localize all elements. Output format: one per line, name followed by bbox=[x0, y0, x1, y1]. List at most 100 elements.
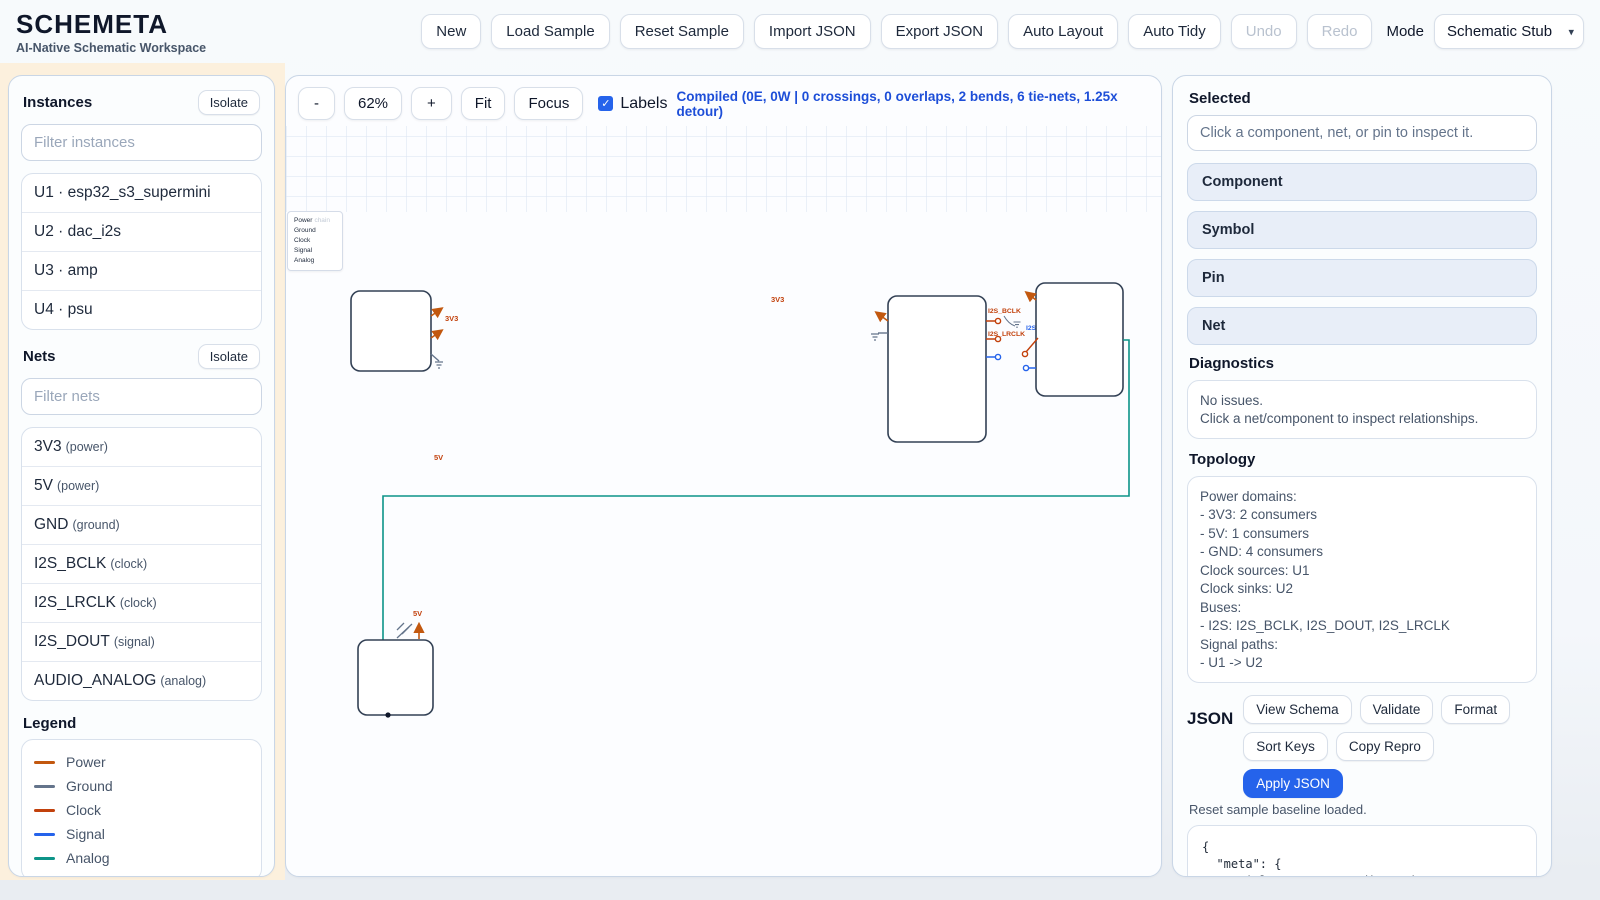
json-title: JSON bbox=[1187, 695, 1233, 729]
pin-terminal[interactable] bbox=[995, 318, 1000, 323]
diagnostics-title: Diagnostics bbox=[1189, 355, 1535, 372]
redo-button[interactable]: Redo bbox=[1307, 14, 1373, 49]
net-row-i2s-dout[interactable]: I2S_DOUT(signal) bbox=[22, 622, 261, 661]
component-u1-esp32[interactable] bbox=[888, 296, 986, 442]
new-button[interactable]: New bbox=[421, 14, 481, 49]
junction-dot bbox=[385, 712, 390, 717]
canvas-toolbar: - 62% + Fit Focus ✓ Labels Compiled (0E,… bbox=[286, 76, 1161, 131]
validate-button[interactable]: Validate bbox=[1360, 695, 1434, 724]
canvas-grid bbox=[286, 126, 1161, 212]
reset-sample-button[interactable]: Reset Sample bbox=[620, 14, 744, 49]
net-row-i2s-lrclk[interactable]: I2S_LRCLK(clock) bbox=[22, 583, 261, 622]
load-sample-button[interactable]: Load Sample bbox=[491, 14, 609, 49]
app-header: SCHEMETA AI-Native Schematic Workspace N… bbox=[0, 0, 1600, 63]
zoom-in-button[interactable]: + bbox=[411, 87, 452, 120]
mode-label: Mode bbox=[1386, 23, 1424, 40]
section-pin[interactable]: Pin bbox=[1187, 259, 1537, 297]
isolate-nets-button[interactable]: Isolate bbox=[198, 344, 260, 369]
compile-status: Compiled (0E, 0W | 0 crossings, 0 overla… bbox=[676, 89, 1149, 119]
auto-tidy-button[interactable]: Auto Tidy bbox=[1128, 14, 1221, 49]
net-row-i2s-bclk[interactable]: I2S_BCLK(clock) bbox=[22, 544, 261, 583]
instance-row-u2[interactable]: U2 · dac_i2s bbox=[22, 212, 261, 251]
component-u2-dac[interactable] bbox=[1036, 283, 1123, 396]
labels-label: Labels bbox=[620, 95, 667, 113]
clock-swatch bbox=[34, 809, 55, 812]
pin-terminal[interactable] bbox=[1022, 351, 1027, 356]
fit-button[interactable]: Fit bbox=[461, 87, 506, 120]
legend-row-ground: Ground bbox=[34, 774, 249, 798]
legend-row-signal: Signal bbox=[34, 822, 249, 846]
zoom-level-button[interactable]: 62% bbox=[344, 87, 402, 120]
ground-pin-wire[interactable] bbox=[431, 354, 439, 361]
focus-button[interactable]: Focus bbox=[514, 87, 583, 120]
main-layout: Instances Isolate U1 · esp32_s3_supermin… bbox=[8, 75, 1592, 877]
nets-title: Nets bbox=[23, 348, 56, 365]
mode-select[interactable]: Schematic Stub bbox=[1434, 14, 1584, 49]
net-row-audio-analog[interactable]: AUDIO_ANALOG(analog) bbox=[22, 661, 261, 700]
instance-row-u4[interactable]: U4 · psu bbox=[22, 290, 261, 329]
json-editor[interactable]: { "meta": { "title": "ESP32 Audio Path" … bbox=[1187, 825, 1537, 877]
nets-list: 3V3(power) 5V(power) GND(ground) I2S_BCL… bbox=[21, 427, 262, 701]
zoom-out-button[interactable]: - bbox=[298, 87, 335, 120]
export-json-button[interactable]: Export JSON bbox=[881, 14, 999, 49]
view-schema-button[interactable]: View Schema bbox=[1243, 695, 1351, 724]
app-title: SCHEMETA bbox=[16, 9, 206, 40]
net-label-i2s-lrclk: I2S_LRCLK bbox=[988, 331, 1025, 338]
section-net[interactable]: Net bbox=[1187, 307, 1537, 345]
apply-json-button[interactable]: Apply JSON bbox=[1243, 769, 1343, 798]
signal-swatch bbox=[34, 833, 55, 836]
power-pin-arrow[interactable] bbox=[431, 331, 441, 338]
undo-button[interactable]: Undo bbox=[1231, 14, 1297, 49]
wire-audio-analog[interactable] bbox=[383, 340, 1129, 640]
selected-title: Selected bbox=[1189, 90, 1535, 107]
ground-slash-icon bbox=[397, 623, 412, 638]
app-tagline: AI-Native Schematic Workspace bbox=[16, 41, 206, 55]
power-pin-arrow[interactable] bbox=[431, 309, 441, 316]
section-component[interactable]: Component bbox=[1187, 163, 1537, 201]
labels-checkbox[interactable]: ✓ bbox=[598, 96, 613, 111]
section-symbol[interactable]: Symbol bbox=[1187, 211, 1537, 249]
filter-instances-input[interactable] bbox=[21, 124, 262, 161]
json-header: JSON View Schema Validate Format Sort Ke… bbox=[1187, 695, 1537, 798]
component-u3-amp[interactable] bbox=[358, 640, 433, 715]
power-pin-arrow[interactable] bbox=[877, 313, 888, 321]
component-u4-psu[interactable] bbox=[351, 291, 431, 371]
pin-terminal[interactable] bbox=[1023, 365, 1028, 370]
legend-row-analog: Analog bbox=[34, 846, 249, 870]
topology-box: Power domains: - 3V3: 2 consumers - 5V: … bbox=[1187, 476, 1537, 683]
selected-hint: Click a component, net, or pin to inspec… bbox=[1187, 115, 1537, 151]
isolate-instances-button[interactable]: Isolate bbox=[198, 90, 260, 115]
filter-nets-input[interactable] bbox=[21, 378, 262, 415]
instance-row-u3[interactable]: U3 · amp bbox=[22, 251, 261, 290]
legend-row-power: Power bbox=[34, 750, 249, 774]
pin-terminal[interactable] bbox=[995, 354, 1000, 359]
canvas-mini-legend: Powerchain Ground Clock Signal Analog bbox=[287, 211, 343, 271]
sort-keys-button[interactable]: Sort Keys bbox=[1243, 732, 1328, 761]
schematic-canvas-panel: - 62% + Fit Focus ✓ Labels Compiled (0E,… bbox=[285, 75, 1162, 877]
net-label-5v: 5V bbox=[413, 609, 422, 618]
instances-title: Instances bbox=[23, 94, 92, 111]
net-row-gnd[interactable]: GND(ground) bbox=[22, 505, 261, 544]
check-icon: ✓ bbox=[601, 97, 610, 110]
schematic-canvas[interactable]: 3V3 3V3 I2S_BCLK bbox=[286, 76, 1161, 876]
instance-row-u1[interactable]: U1 · esp32_s3_supermini bbox=[22, 174, 261, 212]
instances-list: U1 · esp32_s3_supermini U2 · dac_i2s U3 … bbox=[21, 173, 262, 330]
diagnostics-box: No issues. Click a net/component to insp… bbox=[1187, 380, 1537, 439]
sidebar-right: Selected Click a component, net, or pin … bbox=[1172, 75, 1552, 877]
net-label-3v3: 3V3 bbox=[445, 314, 458, 323]
analog-swatch bbox=[34, 857, 55, 860]
net-row-5v[interactable]: 5V(power) bbox=[22, 466, 261, 505]
ground-swatch bbox=[34, 785, 55, 788]
power-pin-arrow[interactable] bbox=[1027, 293, 1036, 300]
net-label-5v-float: 5V bbox=[434, 453, 443, 462]
ground-symbol-icon bbox=[435, 362, 443, 368]
format-button[interactable]: Format bbox=[1441, 695, 1510, 724]
import-json-button[interactable]: Import JSON bbox=[754, 14, 871, 49]
ground-symbol-icon bbox=[871, 334, 879, 340]
auto-layout-button[interactable]: Auto Layout bbox=[1008, 14, 1118, 49]
labels-toggle[interactable]: ✓ Labels bbox=[598, 95, 667, 113]
legend-card: Power Ground Clock Signal Analog bbox=[21, 739, 262, 877]
copy-repro-button[interactable]: Copy Repro bbox=[1336, 732, 1434, 761]
power-swatch bbox=[34, 761, 55, 764]
net-row-3v3[interactable]: 3V3(power) bbox=[22, 428, 261, 466]
